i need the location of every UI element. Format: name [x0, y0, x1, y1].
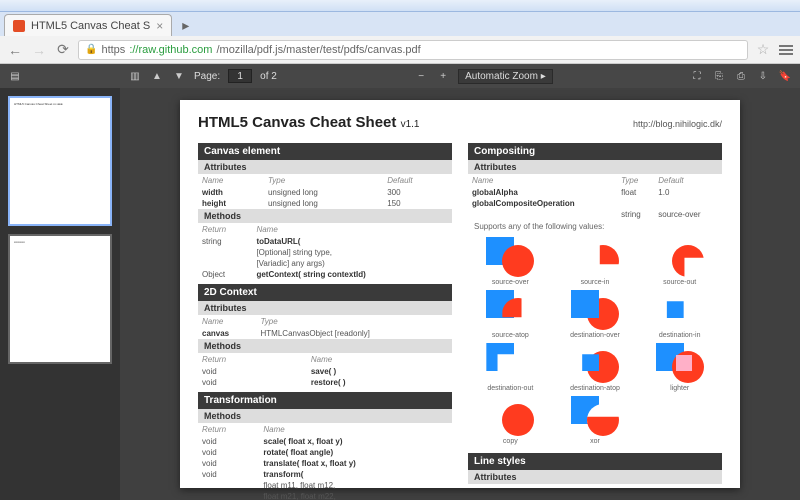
prev-page-icon[interactable]: ▲ [150, 69, 164, 83]
page-label: Page: [194, 71, 220, 82]
pdf-viewer: HTML5 Canvas Cheat Sheet ▪▪▪ ●●● ▪▪▪▪▪▪▪… [0, 88, 800, 500]
tools-icon[interactable]: 🔖 [778, 69, 792, 83]
menu-icon[interactable] [778, 42, 794, 58]
doc-url: http://blog.nihilogic.dk/ [633, 119, 722, 129]
new-tab-button[interactable]: ▸ [176, 15, 195, 36]
left-column: Canvas element Attributes NameTypeDefaul… [198, 139, 452, 500]
zoom-select[interactable]: Automatic Zoom ▸ [458, 69, 553, 84]
canvas-attr-table: NameTypeDefault widthunsigned long300 he… [198, 174, 452, 209]
lock-icon: 🔒 [85, 44, 97, 55]
open-icon[interactable]: ⎘ [712, 69, 726, 83]
presentation-icon[interactable]: ⛶ [690, 69, 704, 83]
window-titlebar [0, 0, 800, 12]
page-content[interactable]: HTML5 Canvas Cheat Sheet v1.1 http://blo… [120, 88, 800, 500]
outline-icon[interactable]: ▥ [128, 69, 142, 83]
zoom-in-icon[interactable]: + [436, 69, 450, 83]
doc-title: HTML5 Canvas Cheat Sheet v1.1 [198, 114, 419, 131]
right-column: Compositing Attributes NameTypeDefault g… [468, 139, 722, 500]
section-2d-context: 2D Context [198, 284, 452, 301]
ctx-methods-table: ReturnName voidsave( ) voidrestore( ) [198, 353, 452, 388]
pdf-toolbar: ▤ ▥ ▲ ▼ Page: of 2 − + Automatic Zoom ▸ … [0, 64, 800, 88]
close-tab-icon[interactable]: × [156, 19, 163, 33]
reload-button[interactable]: ⟳ [54, 41, 72, 59]
sub-attributes: Attributes [198, 160, 452, 174]
canvas-methods-table: ReturnName stringtoDataURL( [Optional] s… [198, 223, 452, 280]
section-line-styles: Line styles [468, 453, 722, 470]
transform-table: ReturnName voidscale( float x, float y) … [198, 423, 452, 500]
url-host: ://raw.github.com [129, 44, 212, 56]
section-canvas-element: Canvas element [198, 143, 452, 160]
page-total: of 2 [260, 71, 277, 82]
bookmark-icon[interactable]: ☆ [754, 41, 772, 59]
page-input[interactable] [228, 69, 252, 83]
sub-methods: Methods [198, 209, 452, 223]
url-scheme: https [101, 44, 125, 56]
sidebar-toggle-icon[interactable]: ▤ [8, 69, 22, 83]
zoom-out-icon[interactable]: − [414, 69, 428, 83]
forward-button[interactable]: → [30, 41, 48, 59]
composite-attr-table: NameTypeDefault globalAlphafloat1.0 glob… [468, 174, 722, 220]
section-compositing: Compositing [468, 143, 722, 160]
next-page-icon[interactable]: ▼ [172, 69, 186, 83]
pdf-page: HTML5 Canvas Cheat Sheet v1.1 http://blo… [180, 100, 740, 488]
section-transformation: Transformation [198, 392, 452, 409]
tab-strip: HTML5 Canvas Cheat S × ▸ [0, 12, 800, 36]
address-input[interactable]: 🔒 https ://raw.github.com /mozilla/pdf.j… [78, 40, 748, 60]
thumbnail-page-1[interactable]: HTML5 Canvas Cheat Sheet ▪▪▪ ●●● [8, 96, 112, 226]
download-icon[interactable]: ⇩ [756, 69, 770, 83]
browser-tab[interactable]: HTML5 Canvas Cheat S × [4, 14, 172, 36]
url-path: /mozilla/pdf.js/master/test/pdfs/canvas.… [216, 44, 420, 56]
supports-note: Supports any of the following values: [468, 220, 722, 233]
composite-grid: source-over source-in source-out source-… [468, 233, 722, 449]
thumbnail-panel: HTML5 Canvas Cheat Sheet ▪▪▪ ●●● ▪▪▪▪▪▪▪… [0, 88, 120, 500]
print-icon[interactable]: ⎙ [734, 69, 748, 83]
thumbnail-page-2[interactable]: ▪▪▪▪▪▪▪▪▪▪ [8, 234, 112, 364]
favicon-icon [13, 20, 25, 32]
tab-title: HTML5 Canvas Cheat S [31, 20, 150, 32]
url-bar: ← → ⟳ 🔒 https ://raw.github.com /mozilla… [0, 36, 800, 64]
back-button[interactable]: ← [6, 41, 24, 59]
ctx-attr-table: NameType canvasHTMLCanvasObject [readonl… [198, 315, 452, 339]
